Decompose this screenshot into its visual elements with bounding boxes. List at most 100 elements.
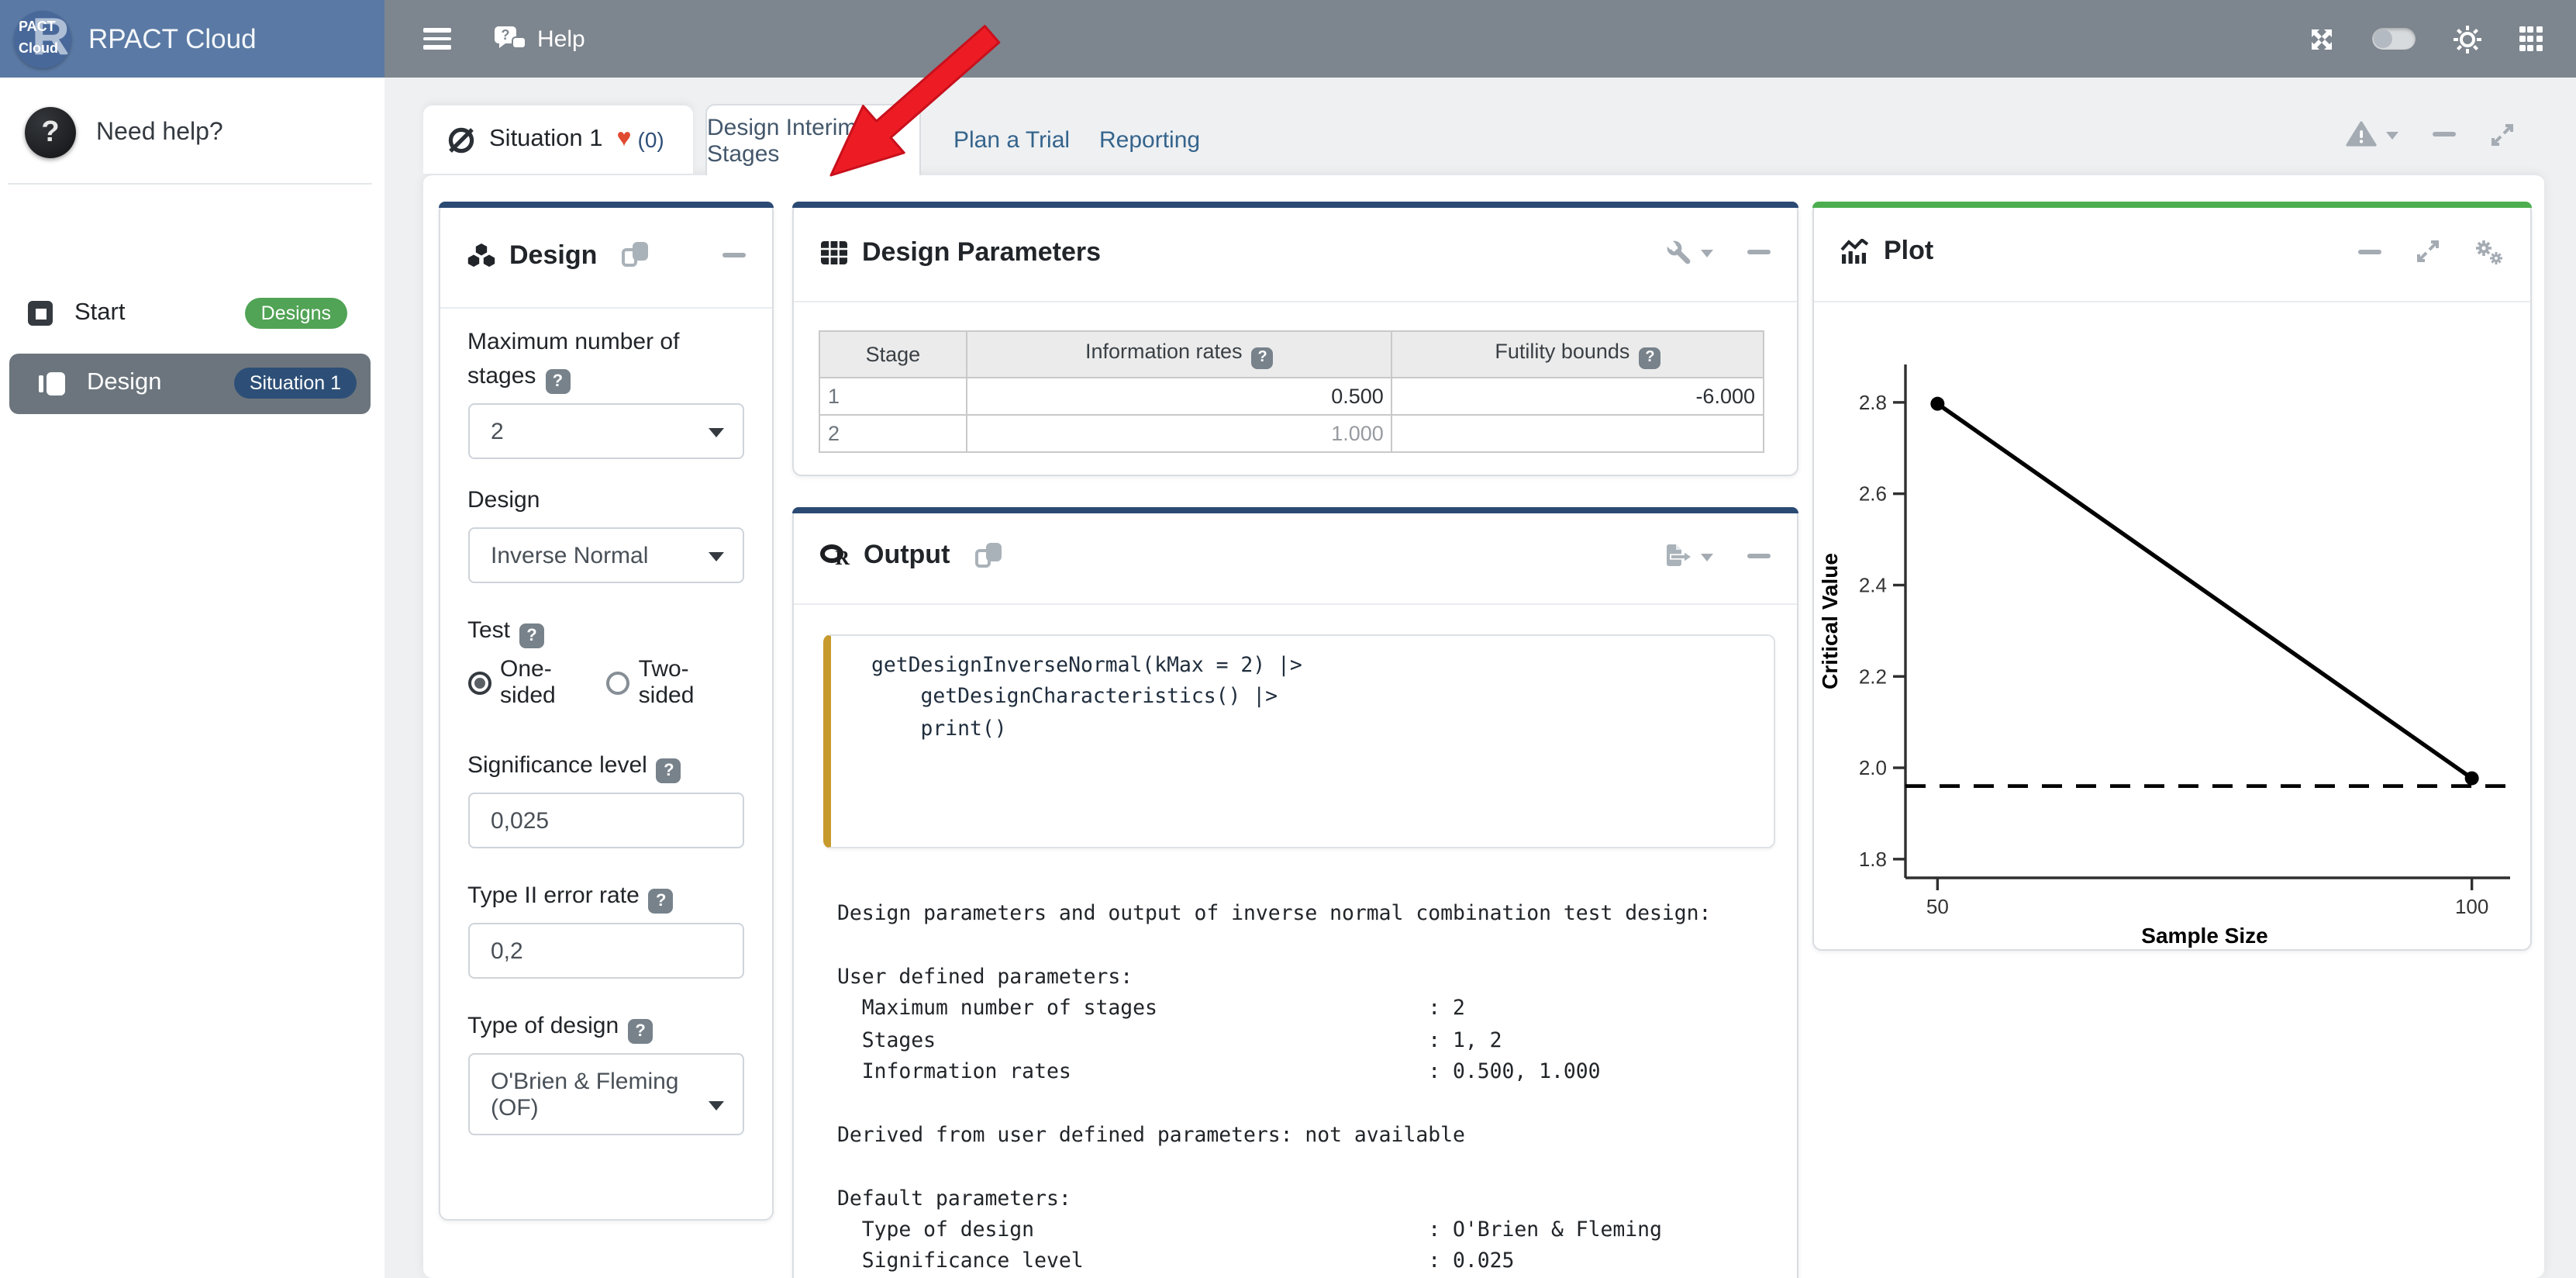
topbar: ? Help xyxy=(384,0,2576,78)
caret-down-icon xyxy=(2386,132,2398,146)
designs-badge: Designs xyxy=(246,299,347,329)
expand-plot-icon[interactable] xyxy=(2415,240,2440,264)
svg-text:1.8: 1.8 xyxy=(1859,848,1887,871)
copy-icon[interactable] xyxy=(622,242,648,268)
design-label: Design xyxy=(467,487,540,513)
tab-situation-1[interactable]: Situation 1 (0) xyxy=(422,105,693,174)
app-title: RPACT Cloud xyxy=(88,22,257,55)
apps-grid-icon[interactable] xyxy=(2519,27,2543,50)
tools-dropdown[interactable] xyxy=(1666,240,1712,264)
r-logo-icon: R xyxy=(820,543,850,568)
type-of-design-help-icon[interactable] xyxy=(628,1019,653,1044)
sidebar-item-design[interactable]: Design Situation 1 xyxy=(9,353,371,413)
r-code: getDesignInverseNormal(kMax = 2) |> getD… xyxy=(831,636,1773,746)
type-of-design-select[interactable]: O'Brien & Fleming (OF) xyxy=(467,1053,743,1135)
design-parameters-card: Design Parameters Stage xyxy=(792,202,1798,476)
design-parameters-header: Design Parameters xyxy=(794,203,1796,302)
caret-down-icon xyxy=(1700,553,1712,567)
design-card-header: Design xyxy=(440,203,771,309)
need-help-link[interactable]: ? Need help? xyxy=(25,107,223,158)
tab-plan-a-trial[interactable]: Plan a Trial xyxy=(953,105,1070,174)
sidebar-item-start[interactable]: Start Designs xyxy=(28,292,371,335)
heart-icon[interactable] xyxy=(617,127,632,152)
collapse-design-parameters-button[interactable] xyxy=(1747,250,1770,254)
question-mark-icon: ? xyxy=(25,107,76,158)
sidebar-divider xyxy=(8,183,371,185)
stage-cell: 2 xyxy=(819,415,967,452)
significance-input[interactable]: 0,025 xyxy=(467,793,743,848)
brightness-settings-icon[interactable] xyxy=(2453,24,2482,54)
collapse-plot-button[interactable] xyxy=(2357,250,2381,254)
svg-text:Critical Value: Critical Value xyxy=(1818,553,1842,689)
design-card: Design Maximum number of stages 2 Design… xyxy=(438,202,773,1221)
type-of-design-label: Type of design xyxy=(467,1013,619,1039)
type2-error-label: Type II error rate xyxy=(467,883,640,909)
futility-bound-cell[interactable]: -6.000 xyxy=(1392,378,1764,415)
caret-down-icon xyxy=(1700,250,1712,264)
max-stages-select[interactable]: 2 xyxy=(467,403,743,459)
favorites-count: (0) xyxy=(638,127,664,152)
svg-text:2.8: 2.8 xyxy=(1859,391,1887,414)
r-code-block[interactable]: getDesignInverseNormal(kMax = 2) |> getD… xyxy=(823,634,1774,848)
svg-text:?: ? xyxy=(501,27,509,43)
export-dropdown[interactable] xyxy=(1664,543,1712,568)
svg-text:Sample Size: Sample Size xyxy=(2141,924,2267,948)
information-rates-help-icon[interactable] xyxy=(1252,347,1274,369)
svg-text:2.0: 2.0 xyxy=(1859,756,1887,779)
start-icon xyxy=(28,301,53,326)
stage-header: Stage xyxy=(819,331,967,378)
two-sided-radio[interactable] xyxy=(606,671,629,694)
test-help-icon[interactable] xyxy=(519,623,544,648)
futility-bounds-help-icon[interactable] xyxy=(1639,347,1660,369)
design-icon xyxy=(39,371,65,395)
futility-bounds-header: Futility bounds xyxy=(1392,331,1764,378)
copy-icon[interactable] xyxy=(974,542,1001,568)
one-sided-radio[interactable] xyxy=(467,671,491,694)
tab-reporting[interactable]: Reporting xyxy=(1099,105,1200,174)
empty-set-icon xyxy=(444,123,477,156)
cubes-icon xyxy=(466,242,495,268)
table-header-row: Stage Information rates Futility bounds xyxy=(819,331,1764,378)
fullscreen-icon[interactable] xyxy=(2309,26,2335,52)
tab-design-interim-stages[interactable]: Design Interim Stages xyxy=(705,104,921,175)
rpact-logo-icon[interactable]: R PACT Cloud xyxy=(14,10,71,67)
hamburger-menu-icon[interactable] xyxy=(422,24,450,54)
warnings-dropdown[interactable] xyxy=(2346,121,2398,147)
situation-badge: Situation 1 xyxy=(234,368,357,399)
help-chat-icon: ? xyxy=(492,25,526,53)
svg-text:2.2: 2.2 xyxy=(1859,665,1887,688)
warning-icon xyxy=(2346,121,2377,147)
max-stages-label: Maximum number of stages xyxy=(467,329,679,389)
information-rate-cell[interactable]: 1.000 xyxy=(967,415,1392,452)
svg-text:100: 100 xyxy=(2455,895,2488,918)
chevron-down-icon xyxy=(708,552,723,569)
information-rates-header: Information rates xyxy=(967,331,1392,378)
collapse-all-button[interactable] xyxy=(2433,132,2456,136)
sidebar-header: R PACT Cloud RPACT Cloud xyxy=(0,0,384,78)
table-row: 2 1.000 xyxy=(819,415,1764,452)
dark-mode-toggle[interactable] xyxy=(2372,28,2416,50)
svg-text:50: 50 xyxy=(1926,895,1949,918)
svg-text:2.6: 2.6 xyxy=(1859,482,1887,506)
type2-help-icon[interactable] xyxy=(649,889,674,914)
topbar-right-icons xyxy=(2309,0,2543,78)
plot-svg[interactable]: 1.8 2.0 2.2 2.4 2.6 2.8 50 100 Sample Size Critic… xyxy=(1814,302,2529,951)
information-rate-cell[interactable]: 0.500 xyxy=(967,378,1392,415)
collapse-output-button[interactable] xyxy=(1747,553,1770,558)
significance-help-icon[interactable] xyxy=(657,758,681,783)
file-export-icon xyxy=(1664,543,1691,568)
svg-text:2.4: 2.4 xyxy=(1859,573,1887,596)
type2-error-input[interactable]: 0,2 xyxy=(467,923,743,979)
plot-settings-gears-icon[interactable] xyxy=(2474,239,2503,265)
futility-bound-cell[interactable] xyxy=(1392,415,1764,452)
output-card-header: R Output xyxy=(794,508,1796,604)
plot-card: Plot 1.82.02.22.42.62.850100Sample S xyxy=(1812,202,2531,950)
chart-icon xyxy=(1840,240,1870,264)
help-button[interactable]: ? Help xyxy=(492,25,585,53)
design-select[interactable]: Inverse Normal xyxy=(467,527,743,583)
test-label: Test xyxy=(467,617,510,644)
table-icon xyxy=(820,240,848,264)
max-stages-help-icon[interactable] xyxy=(545,369,570,394)
collapse-design-button[interactable] xyxy=(722,253,745,257)
expand-all-icon[interactable] xyxy=(2490,122,2515,147)
